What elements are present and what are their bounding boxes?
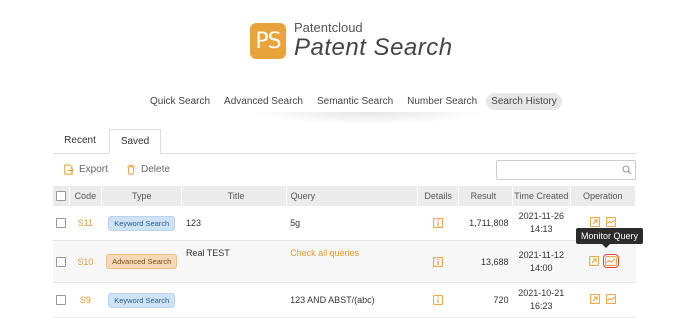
- row-time-cell: 2021-10-21 16:23: [512, 282, 570, 318]
- table-row: S10 Advanced Search Real TEST Check all …: [53, 240, 636, 283]
- search-history-table: Code Type Title Query Details Result Tim…: [53, 186, 636, 318]
- header-title[interactable]: Title: [181, 186, 287, 206]
- table-row: S11 Keyword Search 123 5g 1,711,808 2021…: [53, 206, 636, 241]
- history-search-input[interactable]: [497, 162, 625, 181]
- row-checkbox[interactable]: [56, 256, 67, 267]
- export-button[interactable]: Export: [63, 164, 108, 175]
- table-row: S9 Keyword Search 123 AND ABST/(abc) 720…: [53, 282, 636, 318]
- brand-product: Patent Search: [294, 34, 453, 61]
- row-checkbox[interactable]: [56, 218, 67, 229]
- row-code[interactable]: S11: [69, 206, 102, 241]
- row-date: 2021-11-12: [518, 249, 564, 260]
- row-check-cell: [53, 282, 70, 318]
- tab-recent[interactable]: Recent: [53, 129, 107, 153]
- nav-quick-search[interactable]: Quick Search: [145, 93, 215, 110]
- nav-shadow: [250, 112, 490, 124]
- row-details-cell: [417, 206, 459, 241]
- row-type-cell: Keyword Search: [101, 206, 182, 241]
- monitor-chart-icon[interactable]: [605, 294, 616, 304]
- row-operation-cell: [570, 282, 636, 318]
- nav-number-search[interactable]: Number Search: [402, 93, 482, 110]
- search-type-nav: Quick Search Advanced Search Semantic Se…: [145, 91, 566, 111]
- table-header-row: Code Type Title Query Details Result Tim…: [53, 186, 636, 206]
- row-type-cell: Keyword Search: [101, 282, 182, 318]
- row-title: [181, 282, 287, 318]
- type-badge: Keyword Search: [108, 215, 176, 231]
- row-time: 14:00: [530, 262, 553, 273]
- header-type[interactable]: Type: [101, 186, 183, 206]
- select-all-cell: [53, 186, 70, 206]
- row-type-cell: Advanced Search: [101, 240, 182, 283]
- row-time: 16:23: [530, 301, 553, 311]
- select-all-checkbox[interactable]: [55, 191, 66, 202]
- row-query-cell: Check all queries: [286, 240, 418, 283]
- delete-label: Delete: [141, 164, 170, 175]
- history-search-box: [496, 160, 636, 181]
- row-time-cell: 2021-11-26 14:13: [512, 206, 570, 241]
- row-code[interactable]: S10: [69, 240, 102, 283]
- row-details-cell: [417, 282, 459, 318]
- nav-search-history[interactable]: Search History: [486, 92, 562, 110]
- monitor-chart-icon[interactable]: [602, 253, 619, 268]
- row-result: 720: [458, 282, 513, 318]
- export-label: Export: [79, 164, 108, 175]
- info-icon[interactable]: [433, 295, 444, 306]
- row-query: 123 AND ABST/(abc): [286, 282, 418, 318]
- open-external-icon[interactable]: [589, 217, 600, 227]
- brand-company: Patentcloud: [294, 20, 363, 35]
- row-date: 2021-10-21: [518, 288, 565, 298]
- delete-button[interactable]: Delete: [126, 164, 170, 175]
- info-icon[interactable]: [433, 256, 444, 267]
- type-badge: Advanced Search: [106, 254, 178, 269]
- row-title: 123: [181, 206, 287, 241]
- row-result: 1,711,808: [458, 206, 513, 241]
- logo-mark: PS: [250, 23, 286, 59]
- header-result[interactable]: Result: [458, 186, 514, 206]
- monitor-chart-icon[interactable]: [605, 217, 616, 227]
- tab-saved[interactable]: Saved: [109, 129, 161, 154]
- monitor-query-tooltip: Monitor Query: [576, 228, 644, 248]
- row-query: 5g: [286, 206, 418, 241]
- toolbar: Export Delete: [53, 160, 636, 182]
- row-date: 2021-11-26: [518, 211, 564, 221]
- header-time-created[interactable]: Time Created: [512, 186, 571, 206]
- nav-advanced-search[interactable]: Advanced Search: [219, 93, 308, 110]
- export-icon: [64, 164, 74, 175]
- logo: PS Patentcloud Patent Search: [250, 21, 453, 61]
- row-result: 13,688: [458, 240, 513, 283]
- history-tabs: Recent Saved: [53, 129, 636, 154]
- header-details: Details: [417, 186, 459, 206]
- row-title: Real TEST: [181, 240, 287, 283]
- row-check-cell: [53, 206, 70, 241]
- trash-icon: [127, 164, 135, 175]
- search-icon[interactable]: [622, 165, 632, 175]
- header-operation: Operation: [570, 186, 636, 206]
- row-checkbox[interactable]: [56, 295, 67, 306]
- check-all-queries-link[interactable]: Check all queries: [290, 248, 359, 258]
- header-code[interactable]: Code: [69, 186, 103, 206]
- header-query[interactable]: Query: [286, 186, 419, 206]
- open-external-icon[interactable]: [588, 255, 599, 266]
- row-time: 14:13: [530, 224, 553, 234]
- logo-text: Patentcloud Patent Search: [294, 21, 453, 61]
- row-details-cell: [417, 240, 459, 283]
- nav-semantic-search[interactable]: Semantic Search: [312, 93, 398, 110]
- logo-letters: PS: [255, 28, 281, 54]
- info-icon[interactable]: [433, 218, 444, 229]
- open-external-icon[interactable]: [589, 294, 600, 304]
- row-code[interactable]: S9: [69, 282, 102, 318]
- type-badge: Keyword Search: [108, 292, 176, 308]
- row-check-cell: [53, 240, 70, 283]
- row-time-cell: 2021-11-12 14:00: [512, 240, 570, 283]
